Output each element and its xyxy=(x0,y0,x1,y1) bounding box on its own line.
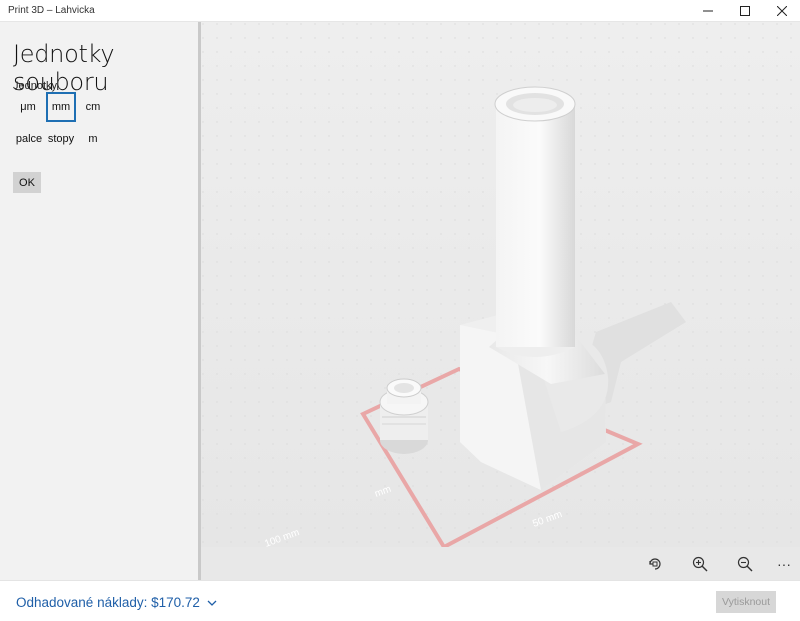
unit-option-inches[interactable]: palce xyxy=(13,124,45,154)
bottom-bar: Odhadované náklady: $170.72 Vytisknout xyxy=(0,580,800,621)
scene-canvas: mm mm 50 mm 100 mm xyxy=(201,22,800,547)
window-title: Print 3D – Lahvicka xyxy=(8,5,95,16)
rotate-view-button[interactable] xyxy=(644,553,666,575)
unit-option-feet[interactable]: stopy xyxy=(45,124,77,154)
maximize-button[interactable] xyxy=(726,0,763,22)
estimated-cost-label: Odhadované náklady: $170.72 xyxy=(16,595,200,610)
3d-viewport[interactable]: mm mm 50 mm 100 mm xyxy=(201,22,800,547)
title-bar: Print 3D – Lahvicka xyxy=(0,0,800,22)
close-button[interactable] xyxy=(763,0,800,22)
minimize-button[interactable] xyxy=(689,0,726,22)
ok-button[interactable]: OK xyxy=(13,172,41,193)
estimated-cost-dropdown[interactable]: Odhadované náklady: $170.72 xyxy=(16,595,217,610)
chevron-down-icon xyxy=(207,600,217,606)
unit-option-micrometer[interactable]: μm xyxy=(13,92,43,122)
unit-option-centimeter[interactable]: cm xyxy=(78,92,108,122)
minimize-icon xyxy=(702,10,713,11)
zoom-out-icon xyxy=(737,556,753,572)
zoom-out-button[interactable] xyxy=(734,553,756,575)
file-units-panel: Jednotky souboru Jednotky μm mm cm palce… xyxy=(0,22,198,580)
cap-model xyxy=(379,378,429,454)
more-button[interactable]: ··· xyxy=(773,553,795,575)
zoom-in-icon xyxy=(692,556,708,572)
more-icon: ··· xyxy=(777,556,791,572)
zoom-in-button[interactable] xyxy=(689,553,711,575)
rotate-view-icon xyxy=(649,558,661,570)
unit-option-meter[interactable]: m xyxy=(78,124,108,154)
print-button[interactable]: Vytisknout xyxy=(716,591,776,613)
maximize-icon xyxy=(739,5,750,16)
unit-option-millimeter[interactable]: mm xyxy=(46,92,76,122)
viewport-toolbar: ··· xyxy=(201,547,800,580)
close-icon xyxy=(776,5,787,16)
units-label: Jednotky xyxy=(13,80,58,92)
